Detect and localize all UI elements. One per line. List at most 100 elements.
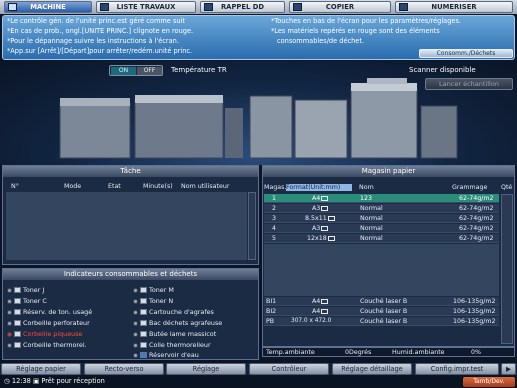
tray-list-empty [264,244,499,296]
tray-format-label: A3 [312,225,321,232]
tray-format-label: A3 [312,205,321,212]
tray-number: 1 [272,195,277,202]
tray-row-2[interactable]: 2 A3 Normal 62-74g/m2 [264,204,499,213]
consumable-toner-m[interactable]: Toner M [133,286,174,294]
consumable-label: Butée lame massicot [149,330,217,338]
message-panel: *Le contrôle gén. de l'unité princ.est g… [2,15,515,60]
tray-row-5[interactable]: 5 12x18 Normal 62-74g/m2 [264,234,499,243]
bottom-tab-bar: Réglage papier Recto-verso Réglage Contr… [0,363,517,375]
paper-tray-panel: Magasin papier Magas. Format(Unit:mm) No… [262,165,515,347]
off-button[interactable]: OFF [137,67,162,75]
tray-number: BI1 [266,298,277,305]
tray-row-1[interactable]: 1 A4 123 62-74g/m2 [264,194,499,203]
status-dot-icon [133,352,138,358]
tray-number: 5 [272,235,277,242]
task-list[interactable] [6,192,247,260]
consumables-panel: Indicateurs consommables et déchets Tone… [2,268,259,360]
tray-format-label: A4 [312,195,321,202]
copier-icon [293,3,302,11]
message-line: *Touches en bas de l'écran pour les para… [271,17,461,25]
paper-orientation-icon [321,308,329,314]
tab-recto-verso[interactable]: Recto-verso [84,363,164,375]
consumable-trimmer-blade[interactable]: Butée lame massicot [133,330,216,338]
tab-numeriser-label: NUMERISER [431,3,477,11]
tray-name: Normal [360,225,383,232]
consumable-toner-n[interactable]: Toner N [133,297,173,305]
tab-scroll-right-icon[interactable]: ▶ [501,363,516,375]
paper-orientation-icon [321,225,329,231]
consumable-stapler-bin[interactable]: Corbeille piqueuse [7,330,82,338]
tray-name: Couché laser B [360,308,408,315]
tray-row-4[interactable]: 4 A3 Normal 62-74g/m2 [264,224,499,233]
on-button[interactable]: ON [111,67,136,75]
hdd-icon [204,3,213,11]
col-header-etat: Etat [108,183,121,190]
tray-format: A3 [312,205,329,212]
paper-tray-title: Magasin papier [263,166,514,177]
tray-row-3[interactable]: 3 8.5x11 Normal 62-74g/m2 [264,214,499,223]
paper-orientation-icon [321,195,329,201]
tab-reglage-papier[interactable]: Réglage papier [1,363,81,375]
tray-name: Normal [360,215,383,222]
tray-format: 307.0 x 472.0 [291,318,332,324]
consumable-toner-c[interactable]: Toner C [7,297,47,305]
tab-liste-travaux[interactable]: LISTE TRAVAUX [96,1,196,13]
tray-grammage: 62-74g/m2 [459,235,494,242]
tray-row-bi1[interactable]: BI1 A4 Couché laser B 106-135g/m2 [264,297,499,306]
tray-number: 2 [272,205,277,212]
tr-temperature-toggle[interactable]: ON OFF [109,65,163,76]
message-line: *Pour le dépannage suivre les instructio… [7,37,179,45]
tray-row-pb[interactable]: PB 307.0 x 472.0 Couché laser B 106-135g… [264,317,499,326]
consumable-label: Toner C [23,297,47,305]
task-list-scrollbar[interactable] [248,192,256,260]
tab-numeriser[interactable]: NUMERISER [395,1,513,13]
alert-dot-icon [7,331,12,337]
col-header-user: Nom utilisateur [181,183,230,190]
consumable-label: Bac déchets agrafeuse [149,319,223,327]
consumable-water-tank[interactable]: Réservoir d'eau [133,351,199,359]
tray-name: 123 [360,195,373,202]
status-time: 12:38 [11,377,31,385]
col-header-format[interactable]: Format(Unit:mm) [286,184,352,191]
consumables-waste-button[interactable]: Consomm./Déchets [419,49,513,58]
consumable-punch-bin[interactable]: Corbeille perforateur [7,319,90,327]
col-header-name: Nom [359,184,374,191]
paper-orientation-icon [327,215,335,221]
consumable-staple-cartridge[interactable]: Cartouche d'agrafes [133,308,214,316]
consumable-toner-j[interactable]: Toner J [7,286,44,294]
tab-controleur[interactable]: Contrôleur [249,363,329,375]
tray-grammage: 62-74g/m2 [459,205,494,212]
tab-reglage[interactable]: Réglage [166,363,246,375]
tab-rappel-dd[interactable]: RAPPEL DD [200,1,285,13]
printer-system-illustration[interactable] [55,78,465,163]
consumable-waste-toner[interactable]: Réserv. de ton. usagé [7,308,92,316]
tray-grammage: 106-135g/m2 [453,318,496,325]
consumable-label: Cartouche d'agrafes [149,308,214,316]
tab-reglage-detaillage[interactable]: Réglage détaillage [332,363,412,375]
consumable-staple-waste[interactable]: Bac déchets agrafeuse [133,319,222,327]
status-message: Prêt pour réception [41,377,105,385]
consumable-label: Corbeille piqueuse [23,330,83,338]
tray-format: A4 [312,298,329,305]
tab-config-impr-test[interactable]: Config.impr.test [415,363,499,375]
top-tab-bar: MACHINE LISTE TRAVAUX RAPPEL DD COPIER N… [0,0,517,14]
message-line: *Les matériels repérés en rouge sont des… [271,27,440,35]
col-header-no: N° [11,183,19,190]
tab-machine[interactable]: MACHINE [4,1,92,13]
tab-copier[interactable]: COPIER [289,1,391,13]
consumable-label: Corbeille thermorel. [23,341,87,349]
toner-icon [14,298,21,304]
consumable-label: Colle thermorelieur [149,341,211,349]
tray-row-bi2[interactable]: BI2 A4 Couché laser B 106-135g/m2 [264,307,499,316]
paper-orientation-icon [327,235,335,241]
consumable-binder-bin[interactable]: Corbeille thermorel. [7,341,87,349]
tamb-dev-button[interactable]: Tamb/Dev. [463,377,515,387]
consumable-label: Corbeille perforateur [23,319,90,327]
tray-format: A4 [312,308,329,315]
binder-bin-icon [14,342,21,348]
status-dot-icon [133,320,138,326]
status-dot-icon [133,331,138,337]
consumable-binder-glue[interactable]: Colle thermorelieur [133,341,211,349]
status-dot-icon [7,342,12,348]
tray-name: Couché laser B [360,318,408,325]
